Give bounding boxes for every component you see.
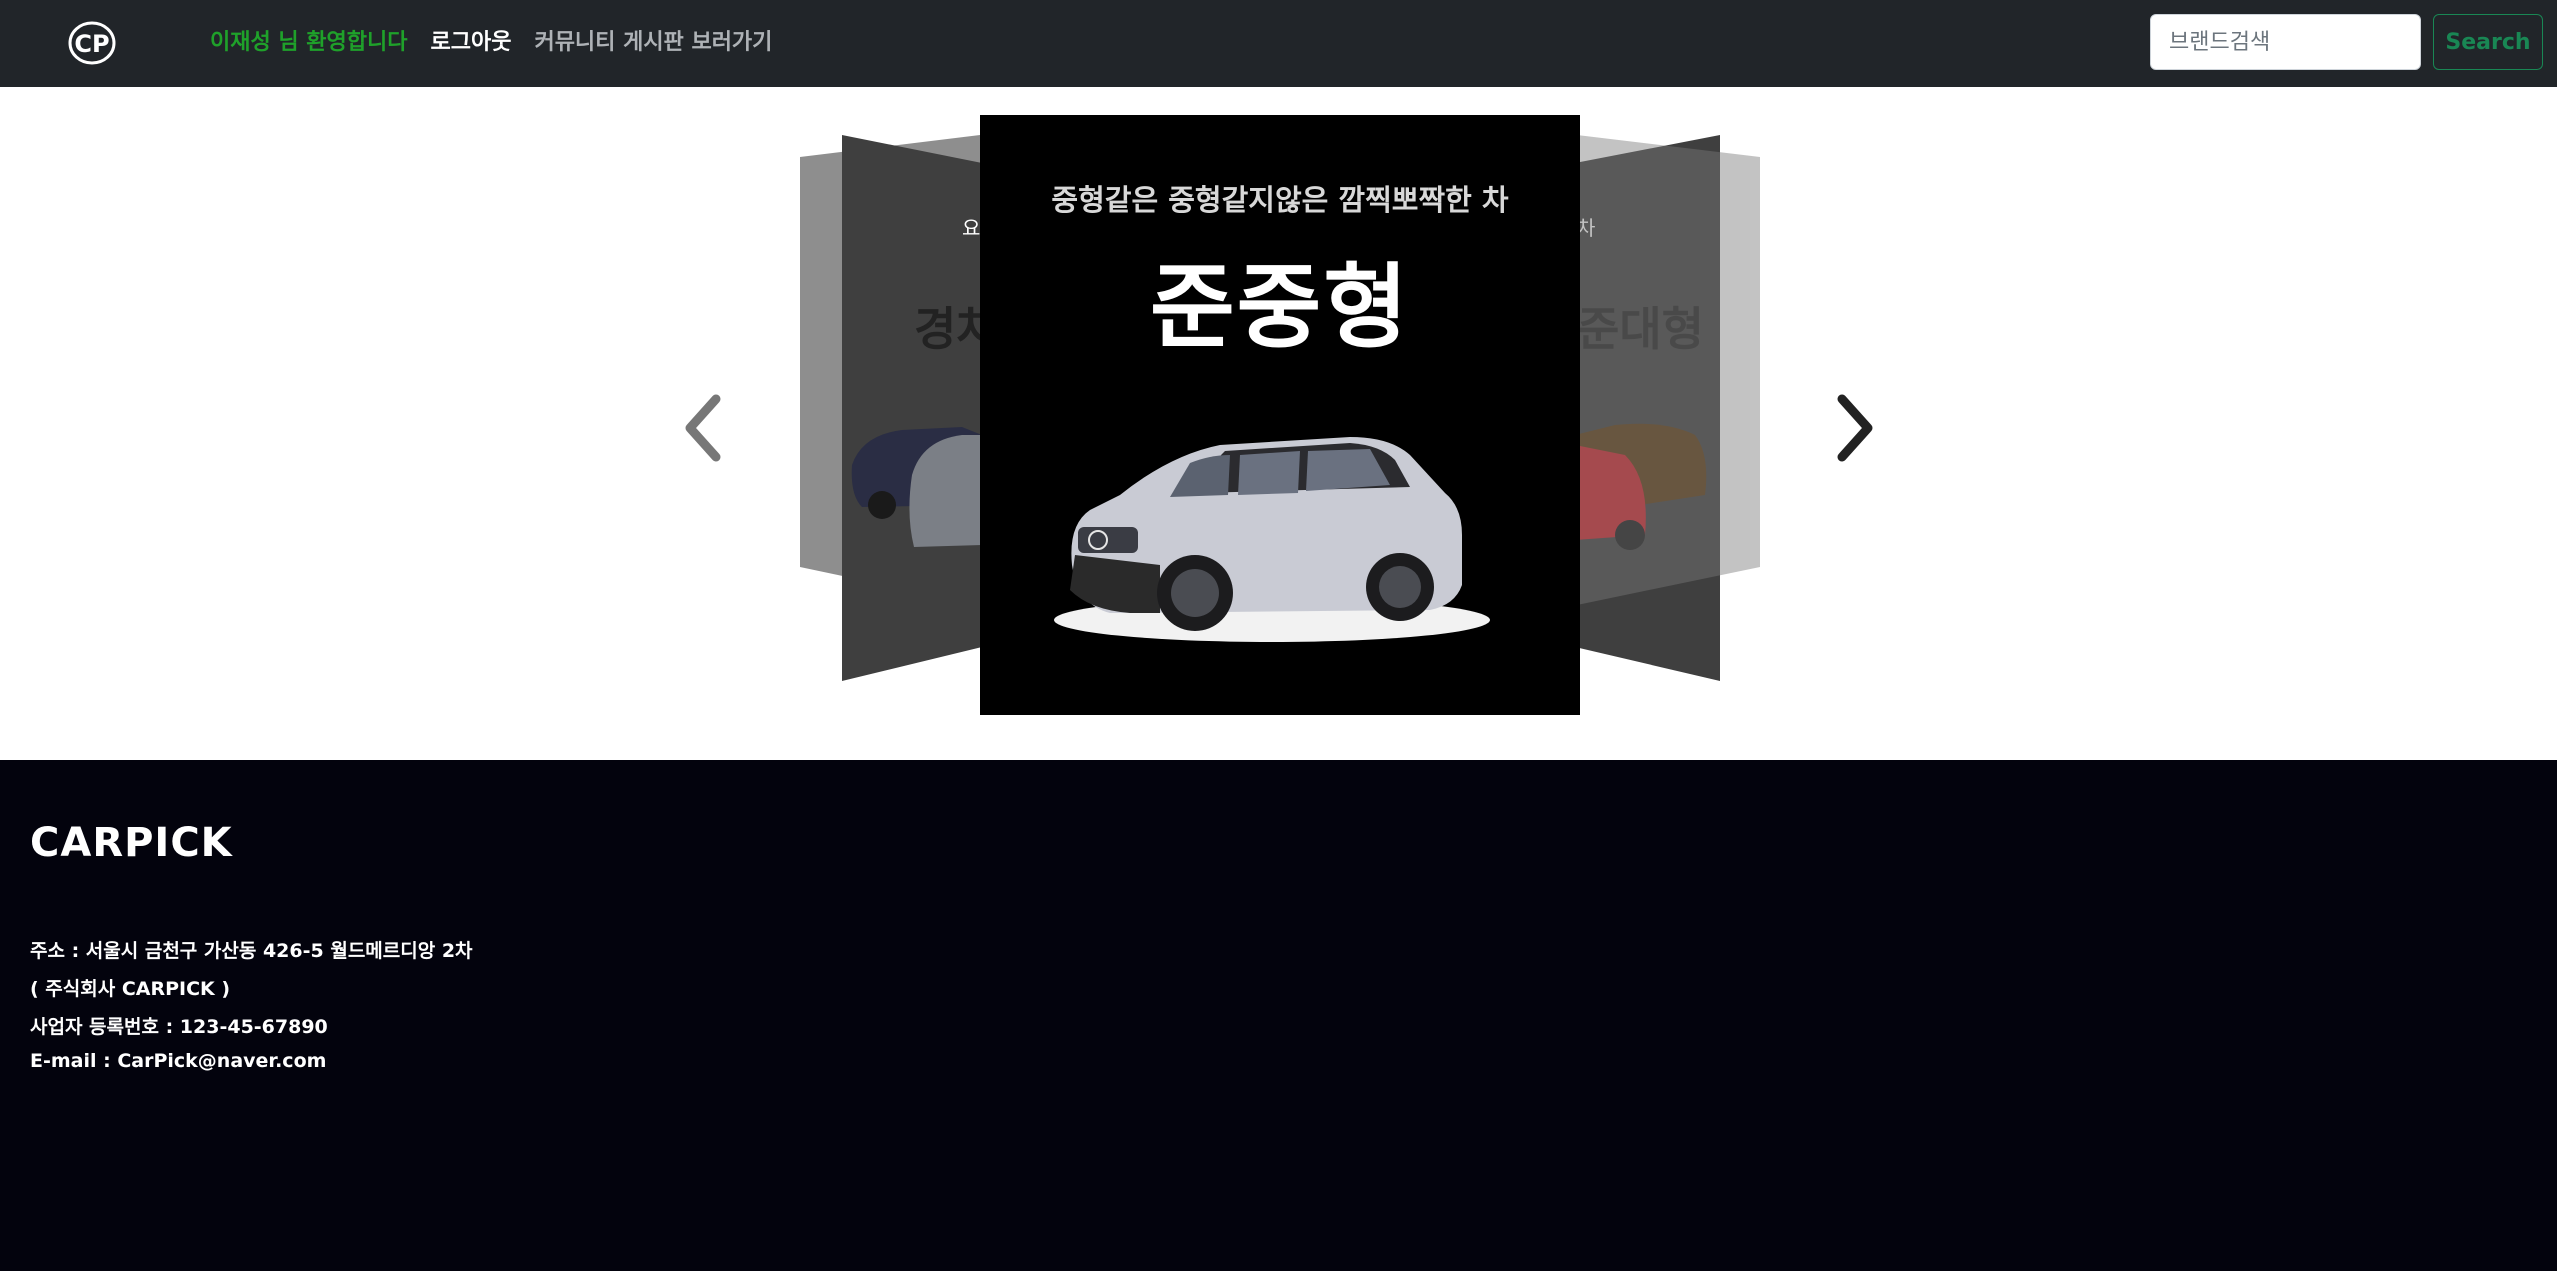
car-type-carousel: 요 경차 차 준대형 중형같은 중형같지않은 깜찍뽀짝한 차 준중형 [0, 87, 2557, 760]
carpick-logo[interactable]: CP [68, 20, 116, 66]
site-footer: CARPICK 주소 : 서울시 금천구 가산동 426-5 월드메르디앙 2차… [0, 760, 2557, 1271]
brand-search-input[interactable] [2150, 14, 2421, 70]
community-board-link[interactable]: 커뮤니티 게시판 보러가기 [534, 24, 772, 56]
chevron-left-icon[interactable] [680, 393, 730, 463]
active-slide-car-image [1054, 437, 1490, 642]
left-slide-title: 경차 [914, 302, 982, 356]
active-slide-subtitle: 중형같은 중형같지않은 깜찍뽀짝한 차 [1051, 183, 1509, 217]
footer-email: E-mail : CarPick@naver.com [30, 1050, 327, 1072]
welcome-message: 이재성 님 환영합니다 [210, 30, 408, 55]
carousel-slide-far-right[interactable] [1577, 135, 1760, 605]
footer-brand: CARPICK [30, 820, 233, 866]
svg-text:CP: CP [74, 30, 109, 58]
chevron-right-icon[interactable] [1830, 393, 1880, 463]
nav-links: 이재성 님 환영합니다 로그아웃 커뮤니티 게시판 보러가기 [210, 0, 772, 80]
footer-company: ( 주식회사 CARPICK ) [30, 978, 231, 1000]
active-slide-title: 준중형 [1150, 254, 1410, 361]
logout-link[interactable]: 로그아웃 [430, 24, 511, 56]
carousel-slide-left[interactable]: 요 경차 [842, 135, 982, 683]
top-navbar: CP 이재성 님 환영합니다 로그아웃 커뮤니티 게시판 보러가기 Search [0, 0, 2557, 87]
footer-business-number: 사업자 등록번호 : 123-45-67890 [30, 1016, 328, 1038]
footer-address: 주소 : 서울시 금천구 가산동 426-5 월드메르디앙 2차 [30, 940, 473, 962]
carousel-active-slide[interactable]: 중형같은 중형같지않은 깜찍뽀짝한 차 준중형 [980, 115, 1580, 715]
left-slide-subtitle: 요 [962, 216, 980, 240]
search-button[interactable]: Search [2433, 14, 2543, 70]
